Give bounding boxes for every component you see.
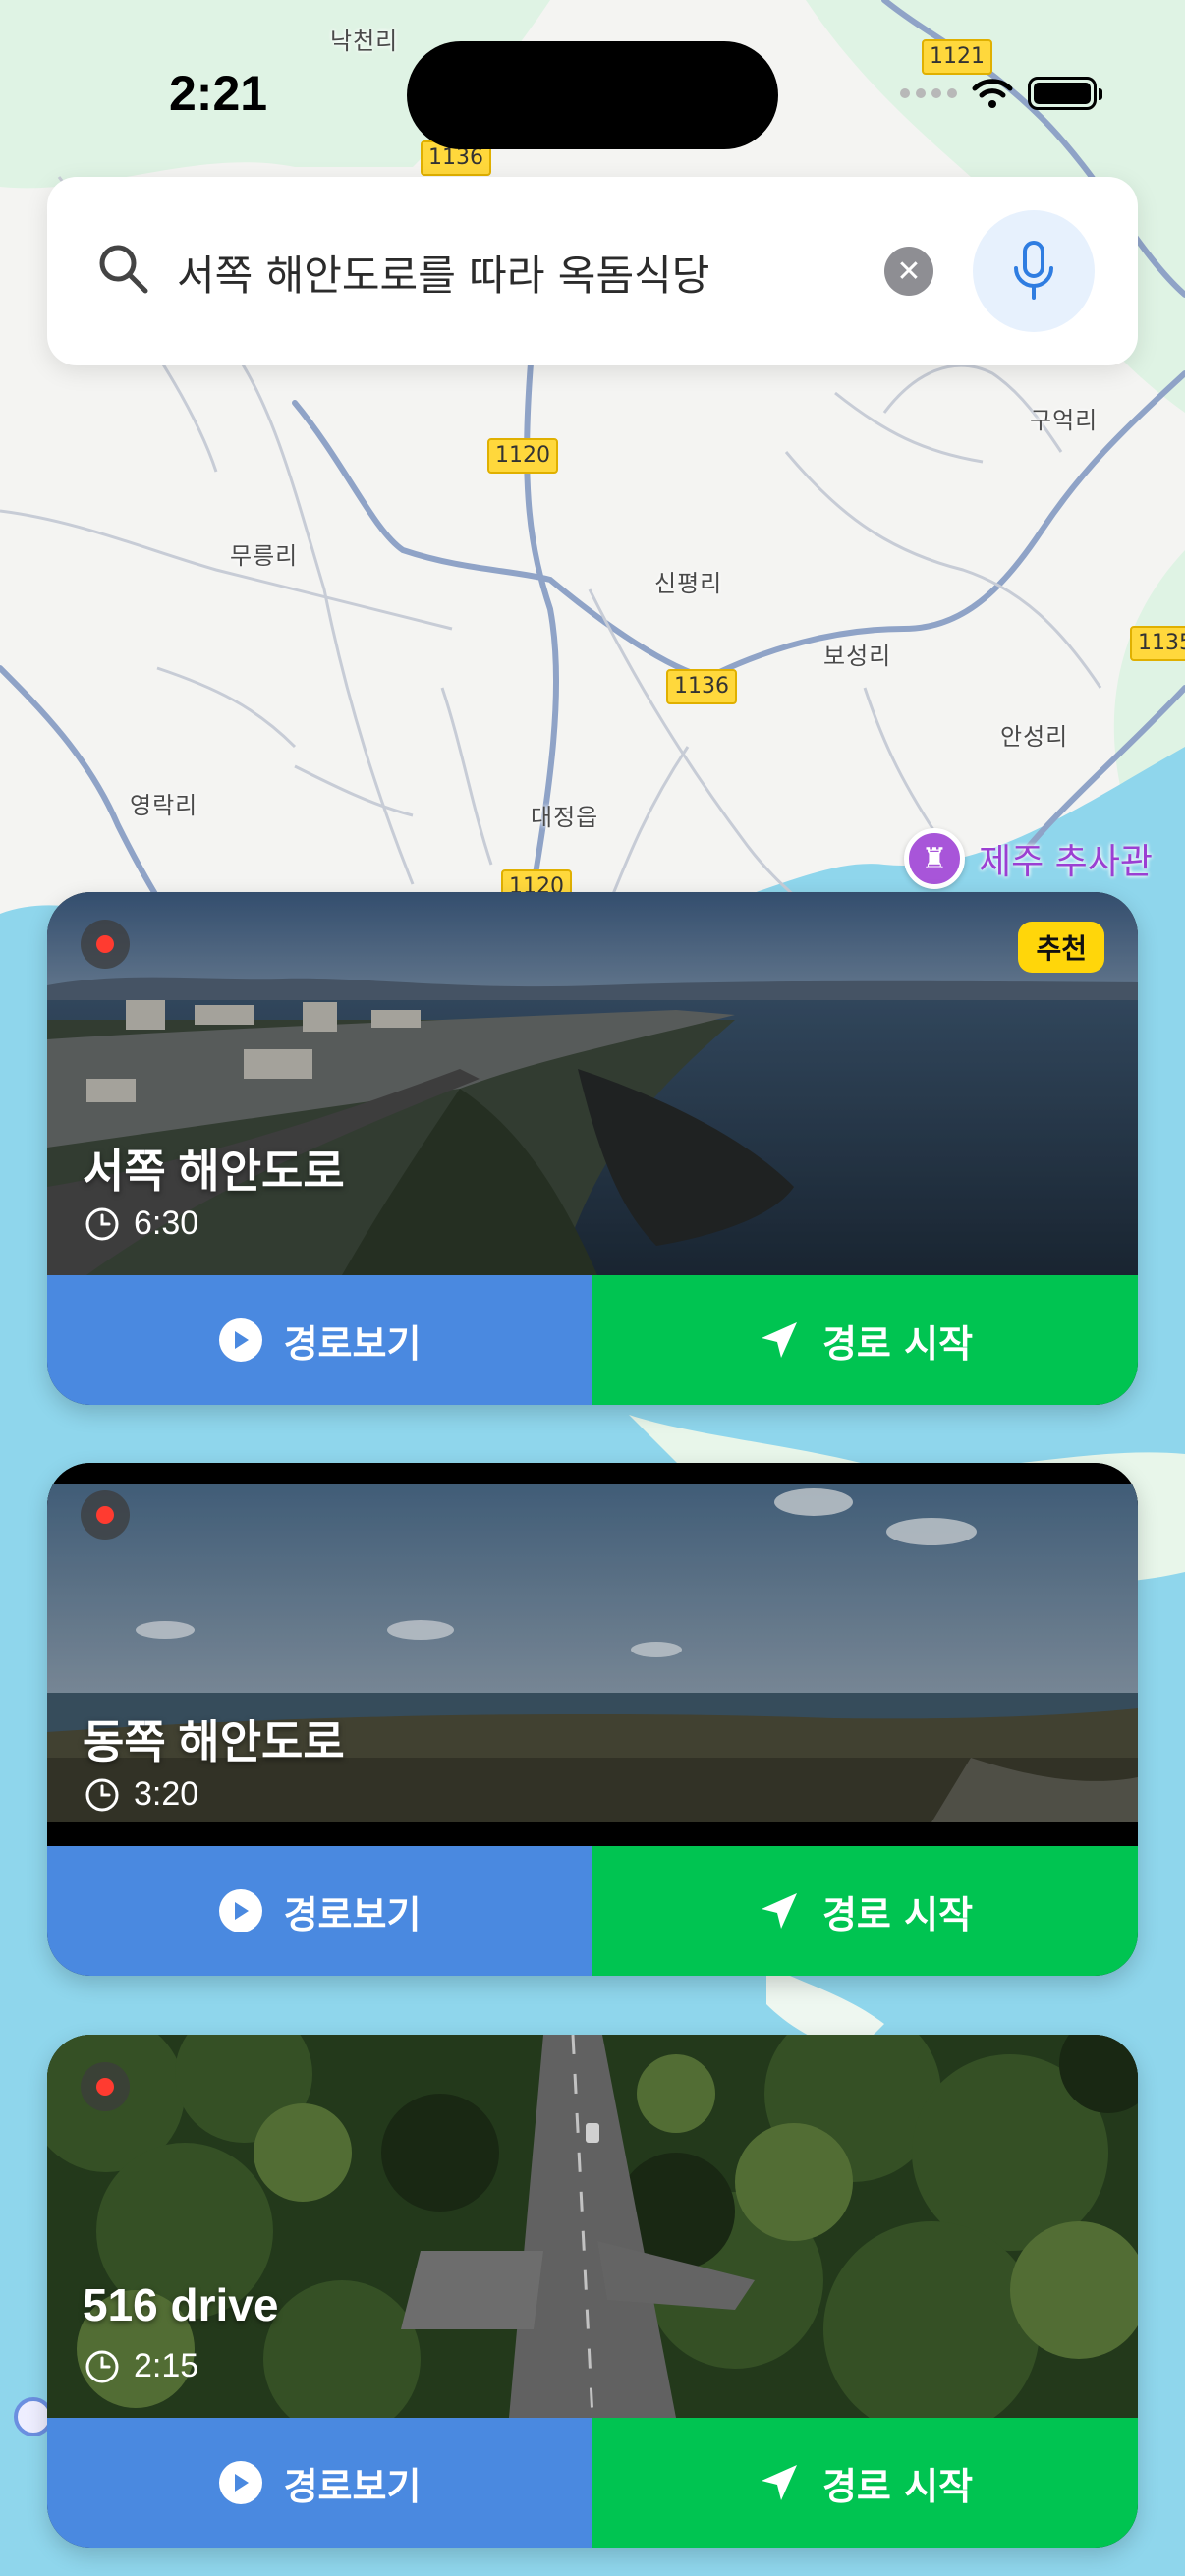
clear-button[interactable]: ✕ <box>884 247 933 296</box>
duration-text: 2:15 <box>134 2347 199 2384</box>
battery-icon <box>1028 77 1102 110</box>
recommended-badge: 추천 <box>1018 922 1104 973</box>
route-shield: 1121 <box>922 39 992 75</box>
search-icon <box>99 245 148 294</box>
status-time: 2:21 <box>169 66 268 121</box>
route-card-east-coast[interactable]: 동쪽 해안도로 3:20 경로보기 경로 시작 <box>47 1463 1138 1976</box>
route-shield: 1136 <box>666 669 737 704</box>
map-label-nakcheon: 낙천리 <box>330 28 399 55</box>
clock-icon <box>85 2350 119 2382</box>
route-duration: 3:20 <box>85 1775 198 1814</box>
clock-icon <box>85 1778 119 1811</box>
play-icon <box>218 1318 262 1362</box>
wifi-icon <box>972 79 1013 108</box>
navigation-arrow-icon <box>761 1322 797 1358</box>
search-bar: ✕ <box>47 177 1138 365</box>
view-route-label: 경로보기 <box>283 2464 422 2508</box>
map-label-daejeong: 대정읍 <box>531 804 599 831</box>
status-icons <box>900 77 1102 110</box>
voice-search-button[interactable] <box>973 210 1095 332</box>
route-title: 서쪽 해안도로 <box>83 1146 345 1197</box>
search-input[interactable] <box>175 236 906 308</box>
route-card-516-drive[interactable]: 516 drive 2:15 경로보기 경로 시작 <box>47 2035 1138 2548</box>
dynamic-island <box>407 41 778 149</box>
close-icon: ✕ <box>896 253 922 289</box>
route-title: 동쪽 해안도로 <box>83 1716 345 1767</box>
navigation-arrow-icon <box>761 1893 797 1929</box>
route-shield: 1120 <box>487 438 558 474</box>
map-label-sinpyeong: 신평리 <box>654 570 723 597</box>
navigation-arrow-icon <box>761 2465 797 2500</box>
microphone-icon <box>1014 241 1053 300</box>
start-route-button[interactable]: 경로 시작 <box>592 1275 1138 1405</box>
start-route-label: 경로 시작 <box>821 2464 974 2508</box>
clock-icon <box>85 1207 119 1240</box>
start-route-button[interactable]: 경로 시작 <box>592 1846 1138 1976</box>
route-duration: 2:15 <box>85 2347 198 2385</box>
route-shield: 1135 <box>1130 626 1185 661</box>
map-label-mureung: 무릉리 <box>230 542 299 570</box>
view-route-label: 경로보기 <box>283 1321 422 1366</box>
map-label-anseong: 안성리 <box>1000 723 1069 751</box>
view-route-button[interactable]: 경로보기 <box>47 1846 592 1976</box>
play-icon <box>218 2461 262 2504</box>
route-duration: 6:30 <box>85 1204 198 1243</box>
route-card-west-coast[interactable]: 추천 서쪽 해안도로 6:30 경로보기 경로 시작 <box>47 892 1138 1405</box>
duration-text: 3:20 <box>134 1775 199 1813</box>
route-title: 516 drive <box>83 2279 279 2330</box>
start-route-label: 경로 시작 <box>821 1321 974 1366</box>
cellular-signal-icon <box>900 88 957 98</box>
map-label-boseong: 보성리 <box>823 643 892 670</box>
route-thumbnail <box>47 1463 1138 1846</box>
view-route-button[interactable]: 경로보기 <box>47 2418 592 2548</box>
view-route-button[interactable]: 경로보기 <box>47 1275 592 1405</box>
start-route-label: 경로 시작 <box>821 1892 974 1936</box>
play-icon <box>218 1889 262 1932</box>
map-label-gueok: 구억리 <box>1030 407 1099 434</box>
castle-icon: ♜ <box>904 828 965 889</box>
recording-indicator <box>81 2062 130 2111</box>
view-route-label: 경로보기 <box>283 1892 422 1936</box>
start-route-button[interactable]: 경로 시작 <box>592 2418 1138 2548</box>
map-label-yeongnak: 영락리 <box>130 792 198 819</box>
recording-indicator <box>81 1490 130 1540</box>
recording-indicator <box>81 920 130 969</box>
poi-marker[interactable]: ♜ 제주 추사관 <box>904 828 1153 889</box>
poi-label: 제주 추사관 <box>979 842 1154 882</box>
duration-text: 6:30 <box>134 1204 199 1242</box>
route-thumbnail <box>47 892 1138 1275</box>
route-thumbnail <box>47 2035 1138 2418</box>
